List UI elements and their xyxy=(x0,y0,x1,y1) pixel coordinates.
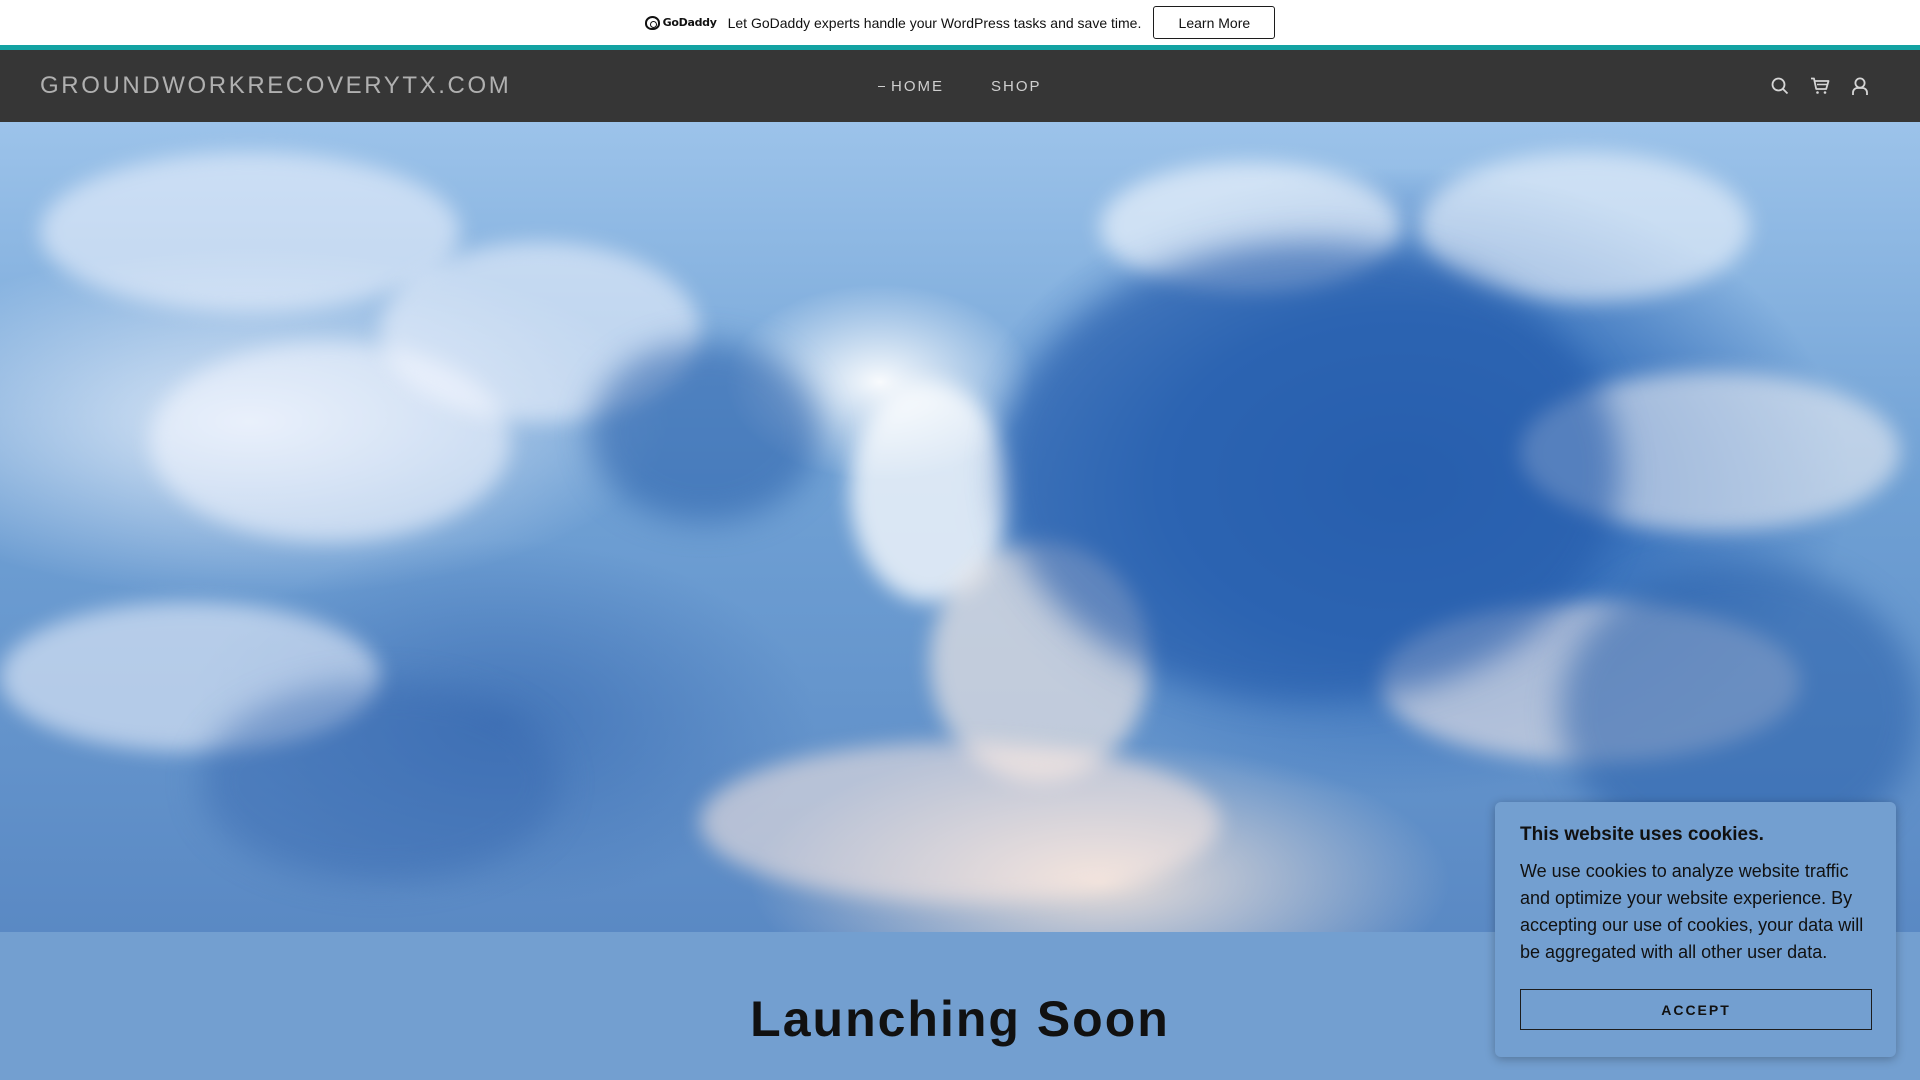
main-nav: HOME SHOP xyxy=(878,50,1042,122)
promo-banner: GoDaddy Let GoDaddy experts handle your … xyxy=(0,0,1920,45)
cookie-banner: This website uses cookies. We use cookie… xyxy=(1495,802,1896,1057)
nav-item-shop[interactable]: SHOP xyxy=(991,78,1042,95)
active-indicator xyxy=(878,85,885,87)
promo-text: Let GoDaddy experts handle your WordPres… xyxy=(727,14,1142,31)
cookie-title: This website uses cookies. xyxy=(1520,824,1764,845)
cookie-text: We use cookies to analyze website traffi… xyxy=(1520,861,1864,962)
site-title[interactable]: GROUNDWORKRECOVERYTX.COM xyxy=(40,50,511,122)
search-icon[interactable] xyxy=(1770,76,1790,96)
nav-item-label: HOME xyxy=(891,77,944,95)
site-header: GROUNDWORKRECOVERYTX.COM HOME SHOP xyxy=(0,50,1920,122)
nav-item-home[interactable]: HOME xyxy=(878,78,944,95)
godaddy-logo: GoDaddy xyxy=(644,15,717,30)
cart-icon[interactable] xyxy=(1810,76,1830,96)
learn-more-button[interactable]: Learn More xyxy=(1153,6,1276,39)
header-icons xyxy=(1770,50,1870,122)
accept-cookies-button[interactable]: ACCEPT xyxy=(1520,989,1872,1030)
godaddy-logo-text: GoDaddy xyxy=(662,16,717,29)
account-icon[interactable] xyxy=(1850,76,1870,96)
godaddy-logo-icon xyxy=(644,15,660,30)
nav-item-label: SHOP xyxy=(991,77,1042,95)
